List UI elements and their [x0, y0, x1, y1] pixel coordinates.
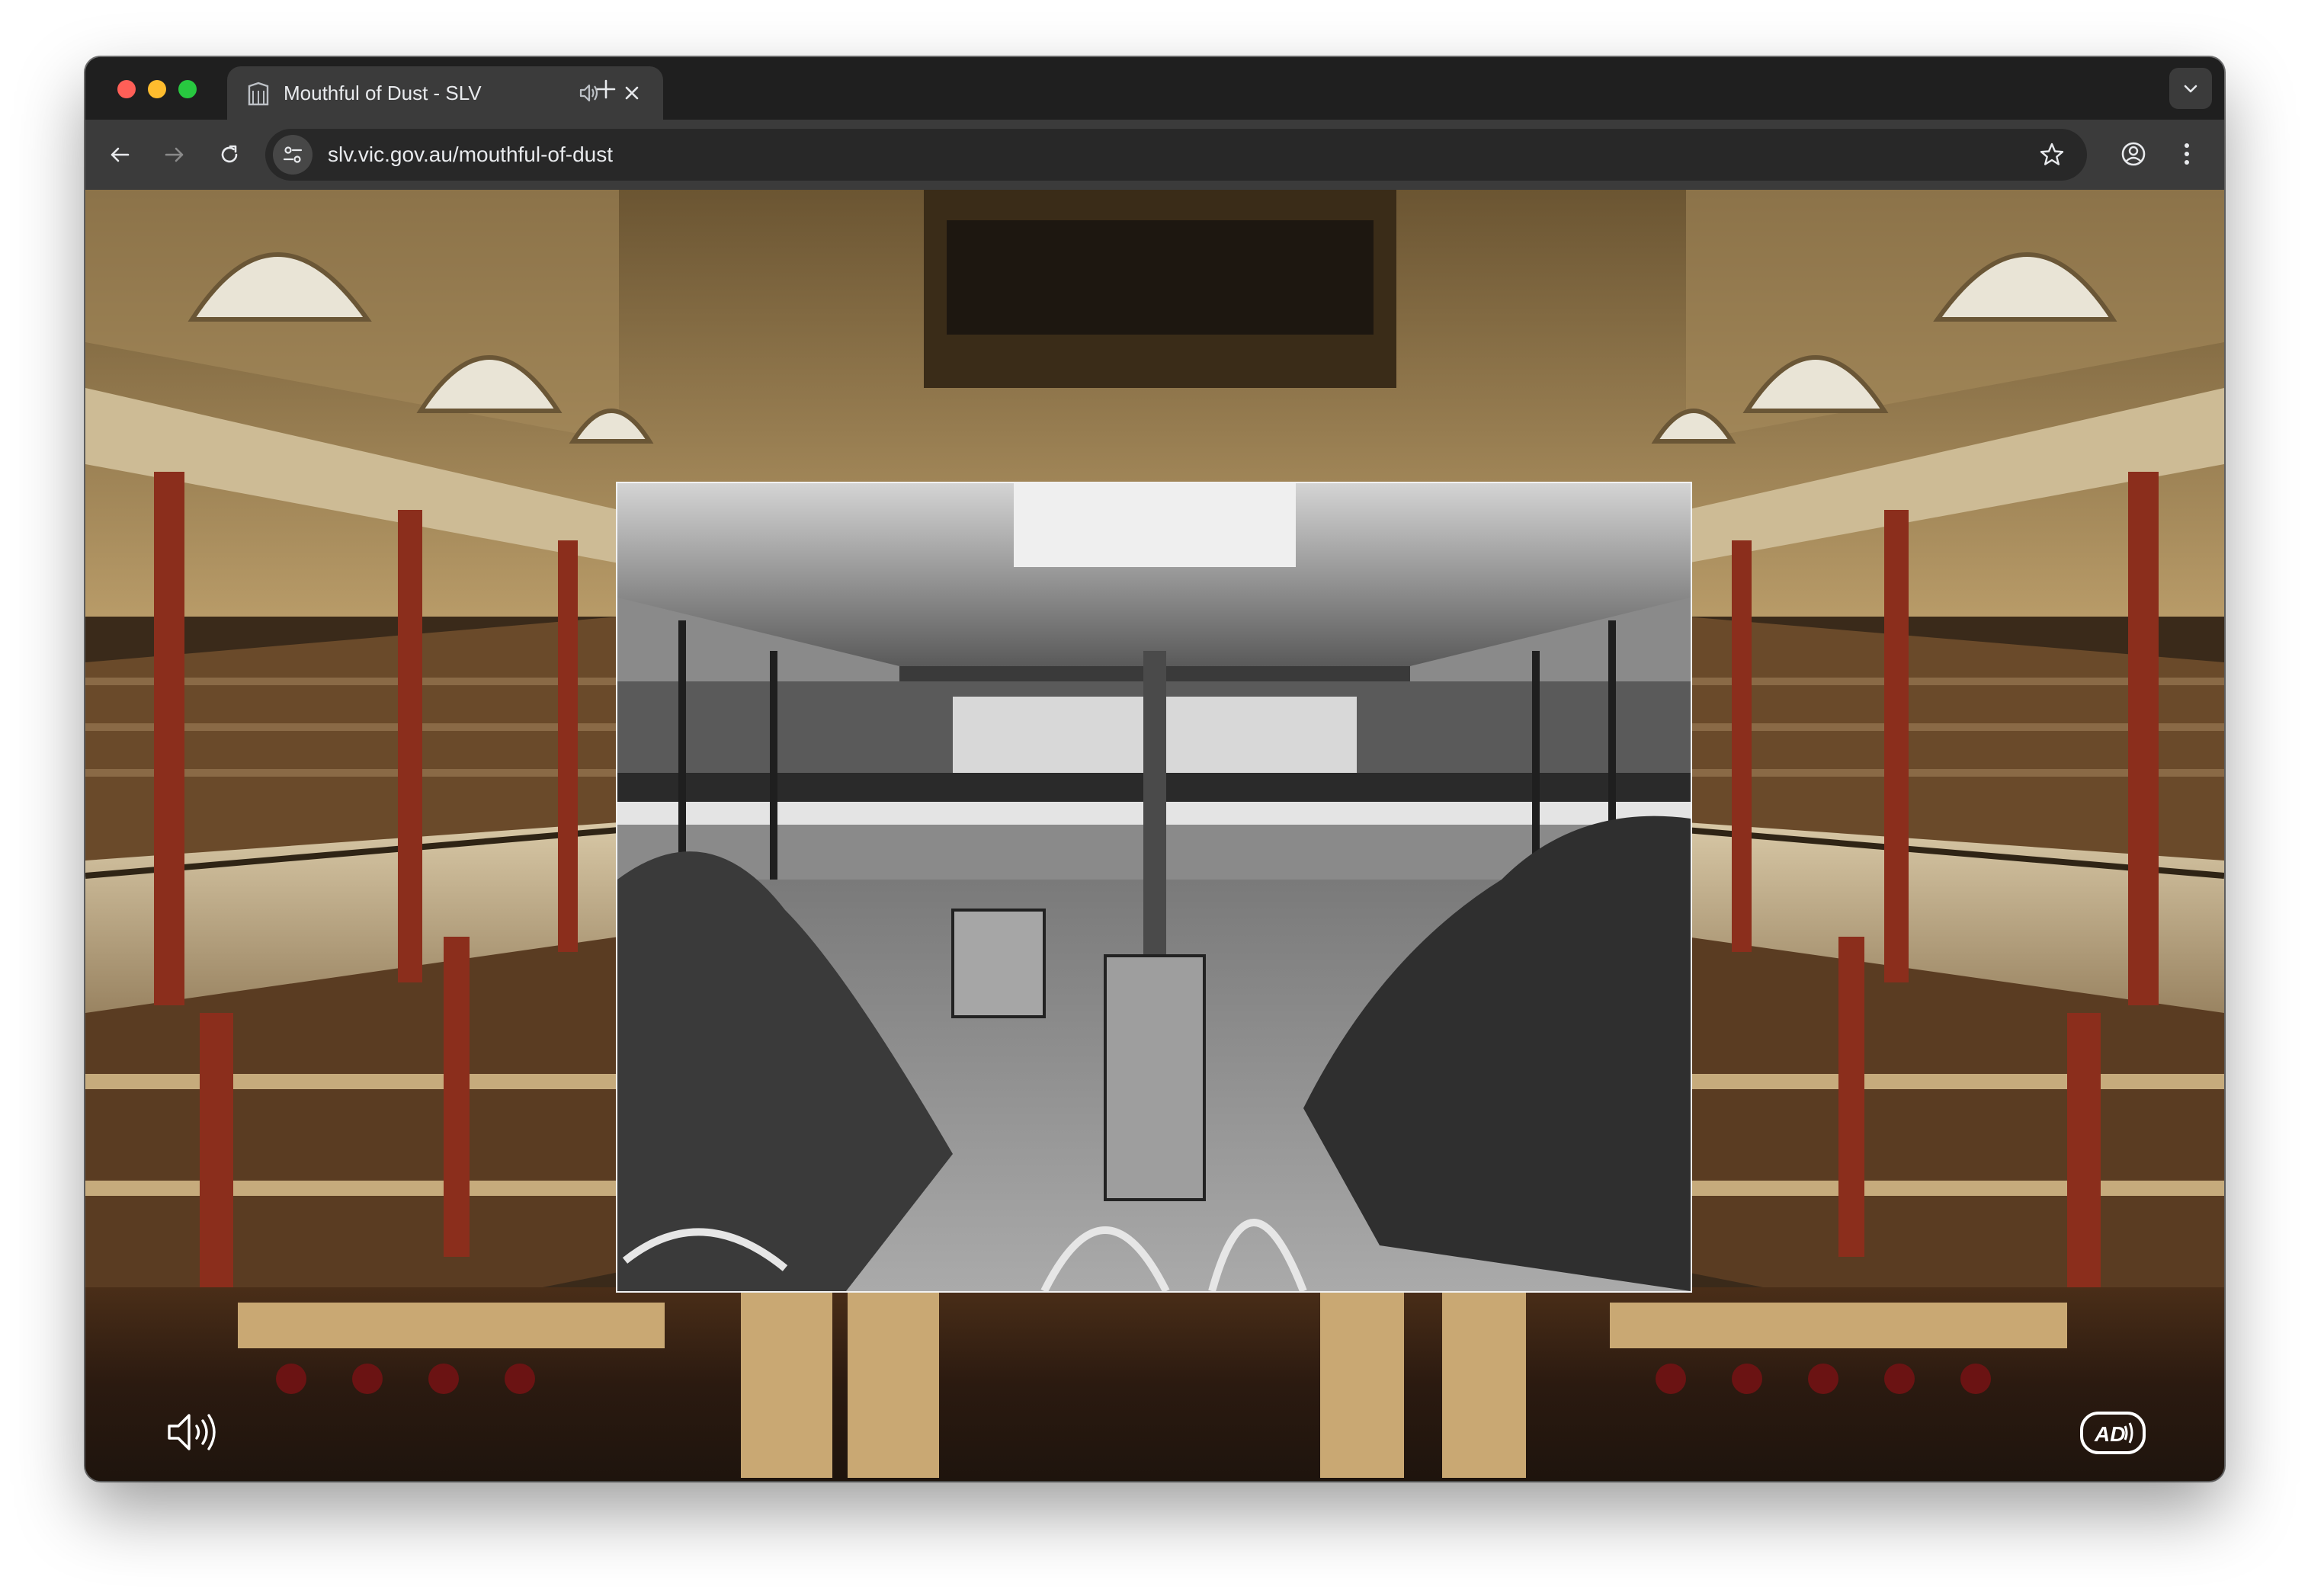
page-content: AD — [85, 190, 2224, 1481]
kebab-menu-icon — [2185, 143, 2189, 165]
speaker-icon — [168, 1414, 216, 1450]
profile-icon — [2121, 142, 2146, 166]
ad-label: AD — [2094, 1422, 2125, 1446]
forward-button[interactable] — [157, 137, 192, 172]
menu-button[interactable] — [2169, 136, 2204, 171]
reload-button[interactable] — [212, 137, 247, 172]
toolbar: slv.vic.gov.au/mouthful-of-dust — [85, 120, 2224, 190]
forward-arrow-icon — [165, 147, 184, 162]
tab-title: Mouthful of Dust - SLV — [284, 82, 482, 104]
back-button[interactable] — [102, 137, 137, 172]
sound-toggle-button[interactable] — [165, 1409, 218, 1455]
tab-search-button[interactable] — [2169, 68, 2212, 109]
archival-museum-photo — [617, 483, 1691, 1291]
profile-button[interactable] — [2116, 136, 2151, 171]
tune-icon — [283, 146, 303, 163]
site-info-button[interactable] — [273, 135, 313, 175]
desktop: Mouthful of Dust - SLV slv.vic.gov.au/mo… — [0, 0, 2308, 1596]
address-bar[interactable]: slv.vic.gov.au/mouthful-of-dust — [265, 129, 2087, 181]
reload-icon — [221, 145, 238, 163]
url-host: slv.vic.gov.au — [328, 143, 453, 166]
audio-description-button[interactable]: AD — [2079, 1411, 2146, 1455]
fullscreen-window-button[interactable] — [178, 80, 197, 98]
close-window-button[interactable] — [117, 80, 136, 98]
plus-icon[interactable] — [595, 78, 617, 101]
chevron-down-icon — [2184, 85, 2197, 93]
library-building-icon — [247, 82, 270, 106]
url-path: /mouthful-of-dust — [452, 143, 614, 166]
star-icon[interactable] — [2038, 141, 2066, 168]
back-arrow-icon — [111, 147, 130, 162]
browser-window: Mouthful of Dust - SLV slv.vic.gov.au/mo… — [85, 57, 2224, 1481]
audio-description-icon: AD — [2080, 1412, 2146, 1454]
url-text: slv.vic.gov.au/mouthful-of-dust — [328, 141, 613, 168]
tab-strip: Mouthful of Dust - SLV — [85, 57, 2224, 120]
close-icon[interactable] — [620, 82, 643, 104]
minimize-window-button[interactable] — [148, 80, 166, 98]
